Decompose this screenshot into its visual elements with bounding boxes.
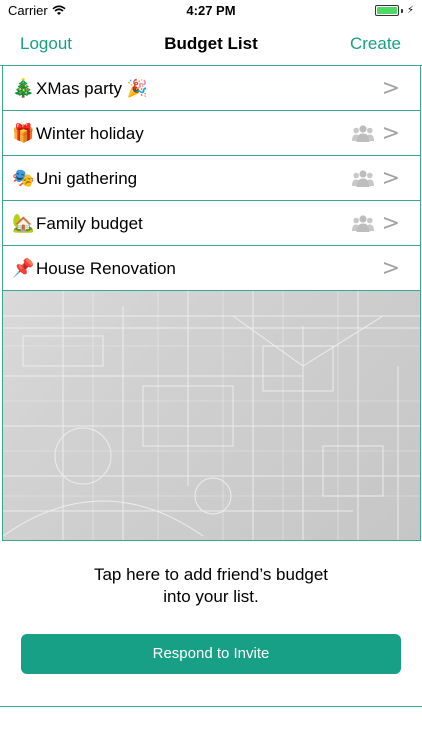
budget-emoji-icon: 🎄 bbox=[12, 78, 35, 98]
charging-icon: ⚡ bbox=[406, 5, 414, 16]
respond-to-invite-button[interactable]: Respond to Invite bbox=[21, 634, 401, 674]
navigation-bar: Logout Budget List Create bbox=[0, 22, 422, 66]
chevron-right-icon: > bbox=[381, 166, 400, 191]
chevron-right-icon: > bbox=[381, 121, 400, 146]
shared-group-icon bbox=[352, 169, 374, 189]
budget-row[interactable]: 🏡 Family budget > bbox=[3, 201, 420, 246]
shared-group-icon bbox=[352, 214, 374, 234]
create-button[interactable]: Create bbox=[350, 34, 401, 54]
budget-emoji-icon: 🎭 bbox=[12, 168, 35, 188]
chevron-right-icon: > bbox=[381, 256, 400, 281]
budget-emoji-icon: 🎁 bbox=[12, 123, 35, 143]
chevron-right-icon: > bbox=[381, 76, 400, 101]
invite-hint-line2: into your list. bbox=[163, 587, 259, 606]
budget-name: XMas party 🎉 bbox=[36, 79, 148, 98]
budget-emoji-icon: 📌 bbox=[12, 258, 35, 278]
chevron-right-icon: > bbox=[381, 211, 400, 236]
status-time: 4:27 PM bbox=[186, 3, 236, 18]
battery-icon: ⚡ bbox=[374, 5, 414, 16]
budget-row[interactable]: 🎁 Winter holiday > bbox=[3, 111, 420, 156]
invite-hint-line1: Tap here to add friend’s budget bbox=[93, 565, 329, 584]
budget-row[interactable]: 📌 House Renovation > bbox=[3, 246, 420, 291]
status-bar: Carrier 4:27 PM ⚡ bbox=[0, 0, 422, 22]
budget-emoji-icon: 🏡 bbox=[12, 213, 35, 233]
budget-row[interactable]: 🎄 XMas party 🎉 > bbox=[3, 66, 420, 111]
budget-name: Uni gathering bbox=[36, 169, 138, 188]
budget-rows: 🎄 XMas party 🎉 > 🎁 Winter holiday > 🎭 Uni gathe… bbox=[3, 66, 420, 291]
budget-name: House Renovation bbox=[36, 259, 176, 278]
shared-group-icon bbox=[352, 124, 374, 144]
budget-list: 🎄 XMas party 🎉 > 🎁 Winter holiday > 🎭 Uni gathe… bbox=[2, 66, 421, 541]
budget-name: Family budget bbox=[36, 214, 143, 233]
divider bbox=[0, 706, 422, 707]
budget-row[interactable]: 🎭 Uni gathering > bbox=[3, 156, 420, 201]
budget-name: Winter holiday bbox=[36, 124, 144, 143]
invite-hint[interactable]: Tap here to add friend’s budget into you… bbox=[0, 564, 422, 608]
